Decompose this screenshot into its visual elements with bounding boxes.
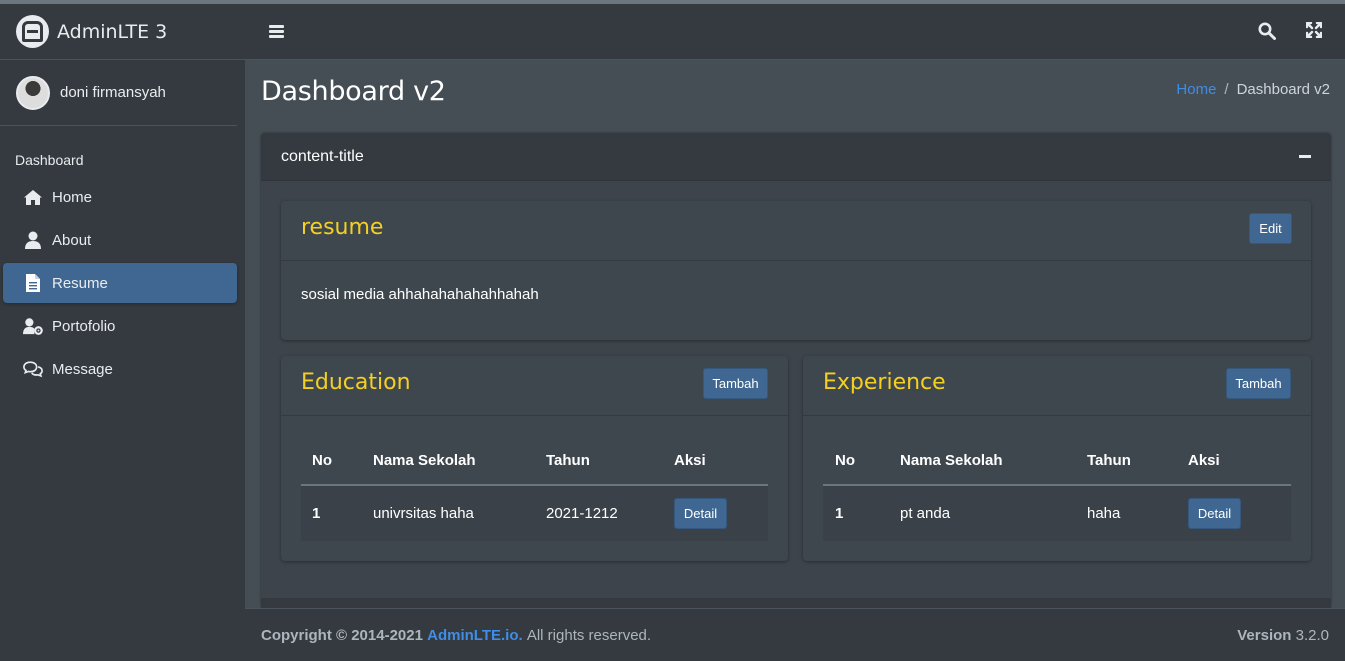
breadcrumb-separator: / <box>1224 81 1229 98</box>
page-footer: Copyright © 2014-2021 AdminLTE.io. All r… <box>245 608 1345 661</box>
user-icon <box>23 230 43 250</box>
sidebar-item-about[interactable]: About <box>3 220 237 260</box>
cell-name: univrsitas haha <box>373 485 546 541</box>
cell-action: Detail <box>1188 485 1291 541</box>
education-title: Education <box>301 370 411 395</box>
resume-card-header: resume Edit <box>281 201 1311 261</box>
add-education-button[interactable]: Tambah <box>703 368 768 399</box>
sidebar-item-message[interactable]: Message <box>3 349 237 389</box>
rights-text: All rights reserved. <box>526 626 652 644</box>
column-header: No <box>823 437 900 486</box>
nav-header: Dashboard <box>15 152 84 168</box>
sidebar-item-portofolio[interactable]: Portofolio <box>3 306 237 346</box>
user-cog-icon <box>23 316 43 336</box>
version-label: Version <box>1237 626 1292 644</box>
footer-link[interactable]: AdminLTE.io. <box>427 627 523 644</box>
education-card: Education Tambah No Nama Sekolah Tahun A… <box>281 356 788 561</box>
avatar <box>16 75 50 110</box>
column-header: Aksi <box>674 437 768 486</box>
cell-no: 1 <box>823 485 900 541</box>
column-header: Tahun <box>546 437 674 486</box>
breadcrumb-home-link[interactable]: Home <box>1176 81 1216 98</box>
content-wrapper: Dashboard v2 Home / Dashboard v2 content-t… <box>245 60 1345 608</box>
version-info: Version 3.2.0 <box>1237 627 1329 644</box>
experience-card: Experience Tambah No Nama Sekolah Tahun … <box>803 356 1311 561</box>
main-card-footer <box>261 598 1331 608</box>
table-row: 1 pt anda haha Detail <box>823 485 1291 541</box>
education-table: No Nama Sekolah Tahun Aksi 1 univrsitas … <box>301 437 768 541</box>
sidebar-item-resume[interactable]: Resume <box>3 263 237 303</box>
sidebar-item-label: Home <box>52 188 93 206</box>
sidebar-item-home[interactable]: Home <box>3 177 237 217</box>
experience-table: No Nama Sekolah Tahun Aksi 1 pt anda hah… <box>823 437 1291 541</box>
edit-button[interactable]: Edit <box>1249 213 1292 244</box>
fullscreen-icon[interactable] <box>1305 21 1324 40</box>
experience-title: Experience <box>823 370 946 395</box>
search-icon[interactable] <box>1258 22 1276 40</box>
table-row: 1 univrsitas haha 2021-1212 Detail <box>301 485 768 541</box>
adminlte-logo-icon <box>16 15 49 48</box>
sidebar-item-label: About <box>52 231 92 249</box>
sidebar-item-label: Message <box>52 360 113 378</box>
cell-name: pt anda <box>900 485 1087 541</box>
experience-card-header: Experience Tambah <box>803 356 1311 416</box>
collapse-icon[interactable] <box>1299 155 1311 158</box>
top-navbar <box>245 0 1345 60</box>
copyright-text: Copyright © 2014-2021 <box>261 626 423 644</box>
brand-link[interactable]: AdminLTE 3 <box>0 4 245 60</box>
column-header: Nama Sekolah <box>900 437 1087 486</box>
resume-text: sosial media ahhahahahahahhahah <box>301 286 539 303</box>
user-panel[interactable]: doni firmansyah <box>0 60 237 126</box>
resume-card: resume Edit sosial media ahhahahahahahha… <box>281 201 1311 340</box>
detail-button[interactable]: Detail <box>674 498 727 529</box>
brand-name: AdminLTE 3 <box>57 20 168 43</box>
sidebar-item-label: Portofolio <box>52 317 116 335</box>
breadcrumb-current: Dashboard v2 <box>1236 81 1330 98</box>
main-card-header: content-title <box>261 133 1331 181</box>
cell-no: 1 <box>301 485 373 541</box>
comments-icon <box>23 359 43 379</box>
version-number: 3.2.0 <box>1295 626 1329 644</box>
cell-action: Detail <box>674 485 768 541</box>
column-header: Tahun <box>1087 437 1188 486</box>
resume-title: resume <box>301 215 384 240</box>
home-icon <box>23 187 43 207</box>
column-header: Nama Sekolah <box>373 437 546 486</box>
column-header: No <box>301 437 373 486</box>
sidebar: AdminLTE 3 doni firmansyah Dashboard Hom… <box>0 0 245 661</box>
page-title: Dashboard v2 <box>261 76 446 107</box>
sidebar-item-label: Resume <box>52 274 108 292</box>
education-card-header: Education Tambah <box>281 356 788 416</box>
main-card-title: content-title <box>281 147 364 165</box>
main-card: content-title resume Edit sosial media a… <box>261 133 1331 608</box>
cell-year: haha <box>1087 485 1188 541</box>
breadcrumb: Home / Dashboard v2 <box>1176 81 1330 98</box>
menu-toggle-icon[interactable] <box>269 25 284 38</box>
user-name[interactable]: doni firmansyah <box>60 84 166 101</box>
column-header: Aksi <box>1188 437 1291 486</box>
add-experience-button[interactable]: Tambah <box>1226 368 1291 399</box>
file-icon <box>23 273 43 293</box>
detail-button[interactable]: Detail <box>1188 498 1241 529</box>
cell-year: 2021-1212 <box>546 485 674 541</box>
